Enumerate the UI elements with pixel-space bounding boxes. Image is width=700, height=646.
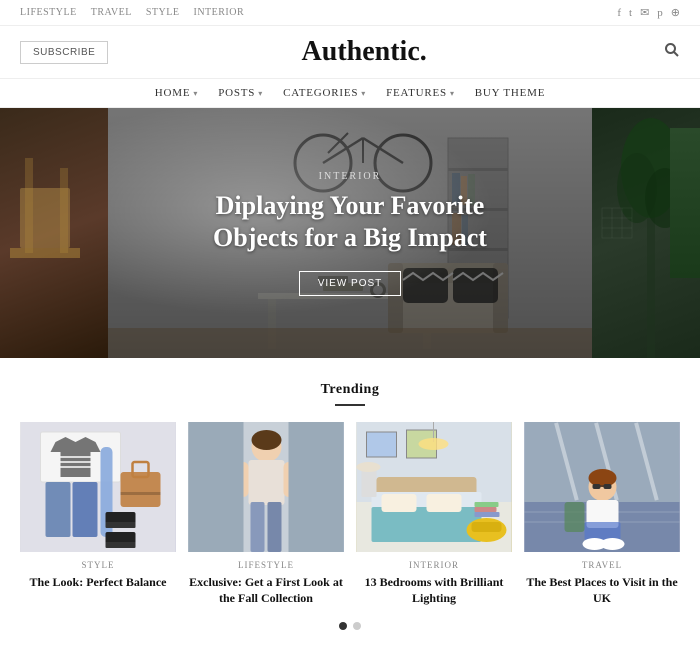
email-icon[interactable]: ✉ [640,6,649,19]
nav-buy-theme[interactable]: Buy Theme [475,87,545,99]
card-title-2: Exclusive: Get a First Look at the Fall … [188,574,344,606]
card-title-4: The Best Places to Visit in the UK [524,574,680,606]
slider-dots [20,622,680,630]
facebook-icon[interactable]: f [617,7,621,19]
nav-features[interactable]: Features ▾ [386,87,455,99]
hero-side-left [0,108,108,358]
hero-title: Diplaying Your Favorite Objects for a Bi… [180,190,520,255]
card-image-2 [188,422,344,552]
hero-overlay: Interior Diplaying Your Favorite Objects… [108,108,592,358]
trending-section: Trending [0,358,700,646]
view-post-button[interactable]: View Post [299,271,402,296]
trending-card-1[interactable]: Style The Look: Perfect Balance [20,422,176,606]
dot-2[interactable] [353,622,361,630]
top-nav-interior[interactable]: Interior [193,7,244,18]
social-icons: f t ✉ p ⊕ [617,6,680,19]
card-category-2: Lifestyle [188,560,344,570]
dot-1[interactable] [339,622,347,630]
card-image-3 [356,422,512,552]
card-image-1 [20,422,176,552]
hero-main: Interior Diplaying Your Favorite Objects… [108,108,592,358]
nav-home[interactable]: Home ▾ [155,87,198,99]
top-nav-style[interactable]: Style [146,7,180,18]
hero-side-right [592,108,700,358]
search-icon [664,42,680,58]
chevron-down-icon: ▾ [450,89,455,98]
chevron-down-icon: ▾ [193,89,198,98]
top-nav: Lifestyle Travel Style Interior [20,7,244,18]
card-title-1: The Look: Perfect Balance [20,574,176,590]
chevron-down-icon: ▾ [361,89,366,98]
nav-posts[interactable]: Posts ▾ [218,87,263,99]
card-category-4: Travel [524,560,680,570]
rss-icon[interactable]: ⊕ [671,6,680,19]
twitter-icon[interactable]: t [629,7,632,19]
chevron-down-icon: ▾ [258,89,263,98]
top-nav-lifestyle[interactable]: Lifestyle [20,7,77,18]
trending-header: Trending [20,382,680,406]
hero-category: Interior [319,171,382,182]
trending-card-2[interactable]: Lifestyle Exclusive: Get a First Look at… [188,422,344,606]
site-logo: Authentic. [108,36,620,68]
trending-label: Trending [20,382,680,398]
card-category-1: Style [20,560,176,570]
cards-grid: Style The Look: Perfect Balance [20,422,680,606]
nav-categories[interactable]: Categories ▾ [283,87,366,99]
top-bar: Lifestyle Travel Style Interior f t ✉ p … [0,0,700,26]
trending-card-3[interactable]: Interior 13 Bedrooms with Brilliant Ligh… [356,422,512,606]
left-panel-art [0,108,108,358]
card-category-3: Interior [356,560,512,570]
trending-underline [335,404,365,406]
pinterest-icon[interactable]: p [657,7,663,19]
right-panel-art [592,108,700,358]
trending-card-4[interactable]: Travel The Best Places to Visit in the U… [524,422,680,606]
site-header: Subscribe Authentic. [0,26,700,78]
search-button[interactable] [620,42,680,63]
hero-slider: Interior Diplaying Your Favorite Objects… [0,108,700,358]
top-nav-travel[interactable]: Travel [91,7,132,18]
subscribe-button[interactable]: Subscribe [20,41,108,64]
card-image-4 [524,422,680,552]
main-nav: Home ▾ Posts ▾ Categories ▾ Features ▾ B… [0,78,700,108]
card-title-3: 13 Bedrooms with Brilliant Lighting [356,574,512,606]
